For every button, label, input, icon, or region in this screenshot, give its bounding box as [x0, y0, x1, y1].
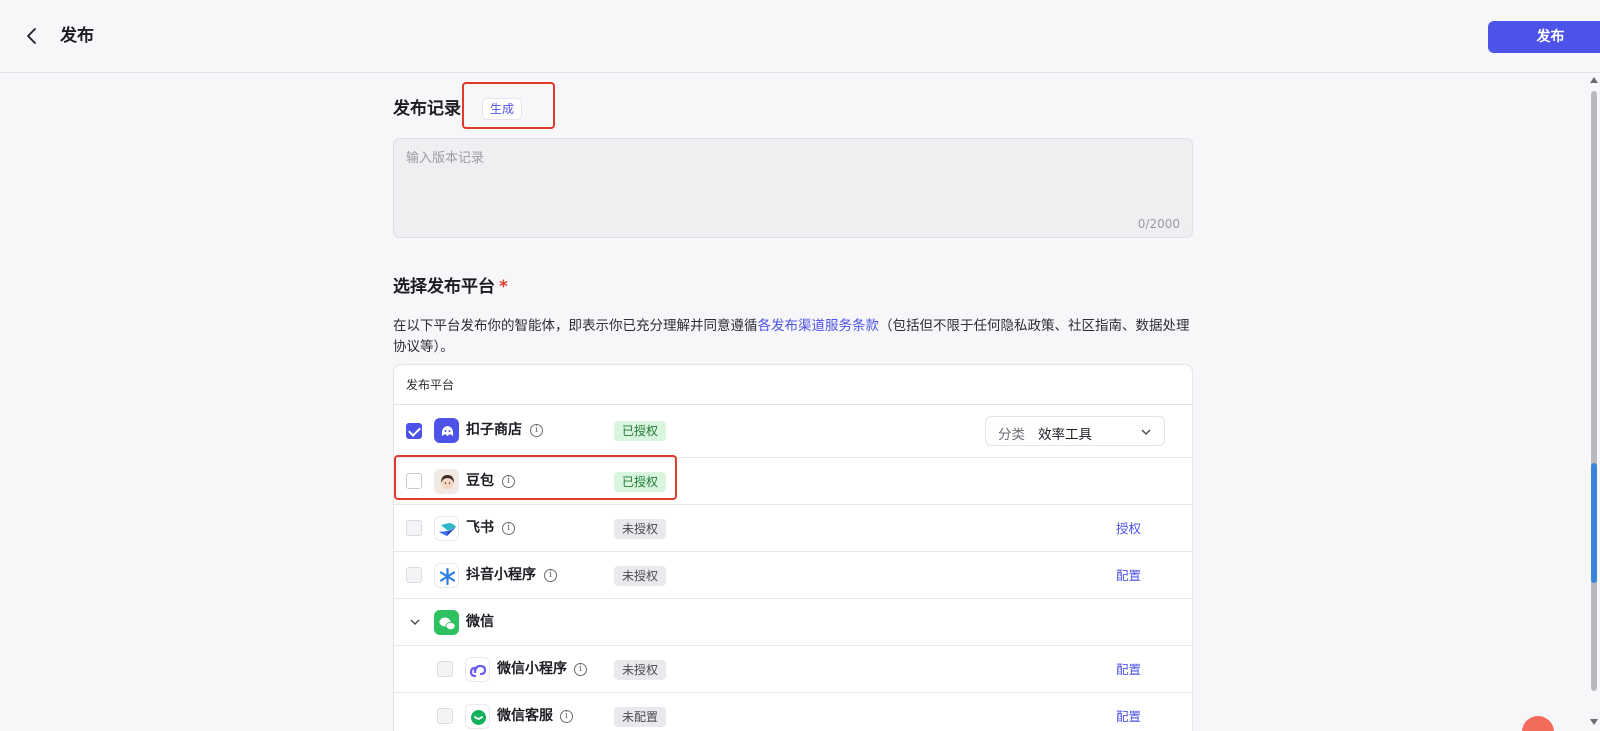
- info-icon[interactable]: i: [530, 424, 543, 437]
- platform-name: 飞书: [466, 520, 494, 536]
- table-header: 发布平台: [394, 365, 1192, 405]
- platform-group-wechat: 微信: [394, 599, 1192, 646]
- version-record-input[interactable]: 输入版本记录 0/2000: [393, 138, 1193, 238]
- terms-link[interactable]: 各发布渠道服务条款: [758, 318, 880, 334]
- checkbox-douyin-mini[interactable]: [406, 567, 422, 583]
- platform-name: 扣子商店: [466, 422, 522, 438]
- platform-title-text: 选择发布平台: [393, 277, 495, 297]
- status-badge: 未授权: [614, 660, 667, 680]
- authorize-link[interactable]: 授权: [1116, 519, 1141, 539]
- status-badge: 未配置: [614, 707, 667, 727]
- top-bar: 发布 发布: [0, 0, 1600, 73]
- generate-button[interactable]: 生成: [482, 98, 522, 120]
- platform-name: 微信客服: [497, 708, 553, 724]
- desc-text-before: 在以下平台发布你的智能体，即表示你已充分理解并同意遵循: [393, 318, 758, 334]
- status-badge: 已授权: [614, 421, 667, 441]
- platform-table: 发布平台 扣子商店 i 已授权 分类 效率工具 豆包 i 已授权 飞书 i 未授…: [393, 364, 1193, 731]
- configure-link[interactable]: 配置: [1116, 707, 1141, 727]
- wechat-mini-program-icon: [465, 657, 490, 682]
- release-record-title: 发布记录: [393, 99, 461, 119]
- info-icon[interactable]: i: [544, 569, 557, 582]
- platform-name: 抖音小程序: [466, 567, 536, 583]
- status-badge: 未授权: [614, 566, 667, 586]
- feishu-icon: [434, 516, 459, 541]
- page-title: 发布: [60, 26, 94, 46]
- category-select[interactable]: 分类 效率工具: [985, 416, 1165, 446]
- coze-store-icon: [434, 418, 459, 443]
- chevron-left-icon[interactable]: [20, 24, 44, 48]
- version-record-placeholder: 输入版本记录: [406, 151, 485, 166]
- info-icon[interactable]: i: [574, 663, 587, 676]
- info-icon[interactable]: i: [502, 475, 515, 488]
- platform-name: 微信小程序: [497, 661, 567, 677]
- configure-link[interactable]: 配置: [1116, 660, 1141, 680]
- scroll-indicator: [1591, 463, 1597, 583]
- platform-group-name: 微信: [466, 614, 494, 630]
- info-icon[interactable]: i: [560, 710, 573, 723]
- chevron-down-icon[interactable]: [408, 615, 422, 629]
- assistant-mascot-icon[interactable]: [1522, 716, 1554, 731]
- checkbox-feishu[interactable]: [406, 520, 422, 536]
- platform-row-wechat-mini: 微信小程序 i 未授权 配置: [394, 646, 1192, 693]
- checkbox-wechat-mini[interactable]: [437, 661, 453, 677]
- scrollbar-thumb[interactable]: [1591, 91, 1597, 691]
- scroll-down-icon[interactable]: [1590, 719, 1598, 725]
- chevron-down-icon: [1141, 429, 1151, 436]
- platform-section-title: 选择发布平台 *: [393, 275, 508, 299]
- checkbox-coze-store[interactable]: [406, 423, 422, 439]
- category-value: 效率工具: [1038, 427, 1092, 443]
- platform-row-coze-store: 扣子商店 i 已授权 分类 效率工具: [394, 405, 1192, 458]
- platform-row-feishu: 飞书 i 未授权 授权: [394, 505, 1192, 552]
- doubao-icon: [434, 469, 459, 494]
- checkbox-wechat-service[interactable]: [437, 708, 453, 724]
- status-badge: 未授权: [614, 519, 667, 539]
- platform-row-douyin-mini: 抖音小程序 i 未授权 配置: [394, 552, 1192, 599]
- platform-row-wechat-service: 微信客服 i 未配置 配置: [394, 693, 1192, 731]
- status-badge: 已授权: [614, 472, 667, 492]
- required-mark: *: [499, 277, 508, 297]
- scroll-up-icon[interactable]: [1590, 77, 1598, 83]
- platform-name: 豆包: [466, 473, 494, 489]
- platform-row-doubao: 豆包 i 已授权: [394, 458, 1192, 505]
- douyin-mini-program-icon: [434, 563, 459, 588]
- wechat-service-icon: [465, 704, 490, 729]
- info-icon[interactable]: i: [502, 522, 515, 535]
- scrollbar[interactable]: [1588, 73, 1600, 731]
- char-counter: 0/2000: [1137, 217, 1180, 231]
- category-label: 分类: [998, 427, 1025, 443]
- publish-button[interactable]: 发布: [1488, 21, 1600, 53]
- platform-description: 在以下平台发布你的智能体，即表示你已充分理解并同意遵循各发布渠道服务条款（包括但…: [393, 316, 1193, 358]
- configure-link[interactable]: 配置: [1116, 566, 1141, 586]
- wechat-icon: [434, 610, 459, 635]
- checkbox-doubao[interactable]: [406, 473, 422, 489]
